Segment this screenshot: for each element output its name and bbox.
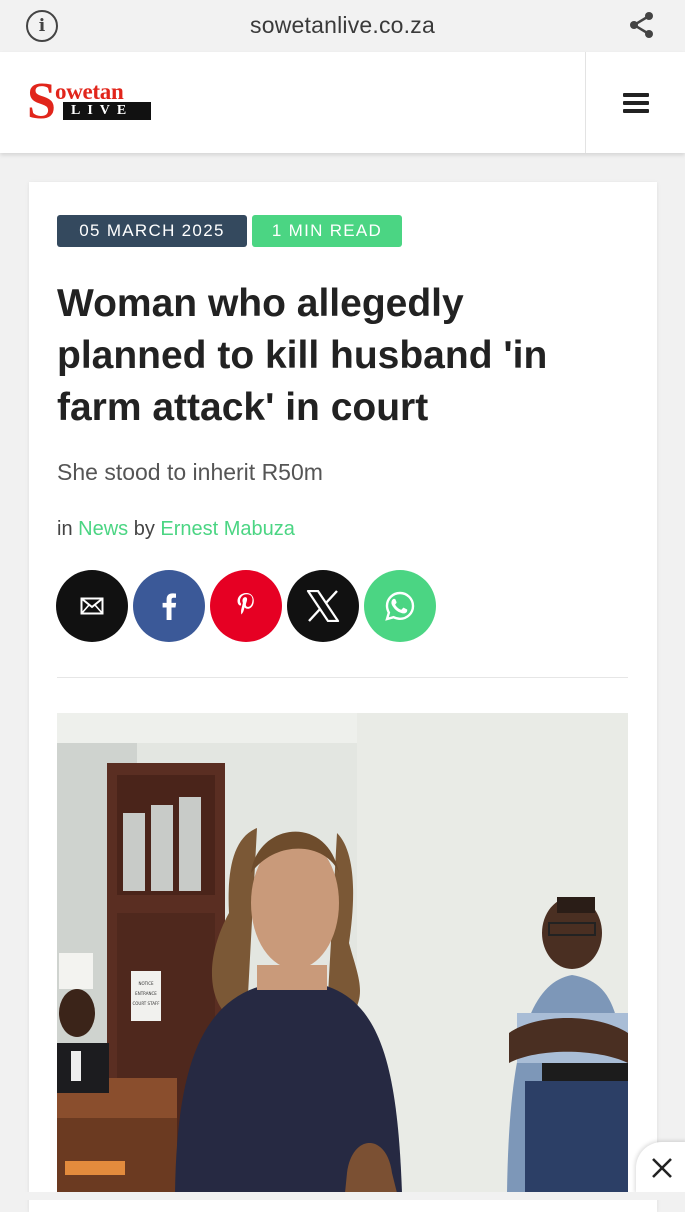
logo-owetan-text: owetan <box>55 79 124 104</box>
email-icon <box>80 597 104 615</box>
author-link[interactable]: Ernest Mabuza <box>160 518 295 540</box>
share-facebook-button[interactable] <box>133 570 205 642</box>
facebook-icon <box>162 593 177 620</box>
sowetan-live-logo[interactable]: S owetan LIVE <box>27 76 153 128</box>
date-badge: 05 MARCH 2025 <box>57 215 247 247</box>
share-pinterest-button[interactable] <box>210 570 282 642</box>
article-byline: in News by Ernest Mabuza <box>57 518 295 541</box>
article-subheadline: She stood to inherit R50m <box>57 459 323 485</box>
byline-by-label: by <box>133 518 155 540</box>
section-link[interactable]: News <box>78 518 128 540</box>
bottom-strip <box>0 1192 685 1200</box>
browser-address-bar: i sowetanlive.co.za <box>0 0 685 52</box>
close-icon <box>652 1158 672 1178</box>
content-divider <box>57 677 628 678</box>
hamburger-menu-button[interactable] <box>586 52 685 153</box>
share-whatsapp-button[interactable] <box>364 570 436 642</box>
byline-in-label: in <box>57 518 73 540</box>
article-photo[interactable]: NOTICE ENTRANCE COURT STAFF <box>57 713 628 1193</box>
logo-s-letter: S <box>27 73 56 130</box>
url-text[interactable]: sowetanlive.co.za <box>0 12 685 39</box>
article-card: 05 MARCH 2025 1 MIN READ Woman who alleg… <box>29 182 657 1212</box>
whatsapp-icon <box>385 591 415 621</box>
share-x-button[interactable] <box>287 570 359 642</box>
close-ad-button[interactable] <box>636 1142 685 1194</box>
share-email-button[interactable] <box>56 570 128 642</box>
notice-line-2: ENTRANCE <box>135 991 157 996</box>
share-icon[interactable] <box>627 10 657 40</box>
hamburger-menu-icon <box>622 92 649 113</box>
courtroom-illustration: NOTICE ENTRANCE COURT STAFF <box>57 713 628 1193</box>
notice-line-3: COURT STAFF <box>132 1001 160 1006</box>
notice-line-1: NOTICE <box>138 981 154 986</box>
site-header: S owetan LIVE <box>0 52 685 153</box>
article-headline: Woman who allegedly planned to kill husb… <box>57 282 548 429</box>
read-time-badge: 1 MIN READ <box>252 215 402 247</box>
x-icon <box>306 590 340 622</box>
logo-live-text: LIVE <box>63 102 151 120</box>
pinterest-icon <box>237 593 254 615</box>
